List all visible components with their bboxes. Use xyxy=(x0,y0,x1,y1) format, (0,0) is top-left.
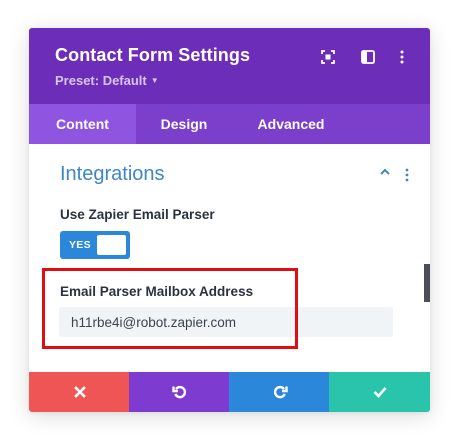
zapier-toggle[interactable]: YES xyxy=(60,231,130,259)
check-icon xyxy=(373,387,386,398)
sidebar-layout-icon[interactable] xyxy=(361,50,375,64)
section-title[interactable]: Integrations xyxy=(60,163,165,186)
tab-bar: Content Design Advanced xyxy=(29,104,430,144)
toggle-state-text: YES xyxy=(69,239,91,251)
more-vertical-icon[interactable] xyxy=(395,50,409,64)
modal-header: Contact Form Settings Preset: Default ▼ xyxy=(29,28,430,104)
highlight-box xyxy=(42,268,298,349)
cancel-button[interactable] xyxy=(29,372,130,412)
tab-design[interactable]: Design xyxy=(136,104,232,144)
modal-title: Contact Form Settings xyxy=(55,45,251,65)
zapier-toggle-label: Use Zapier Email Parser xyxy=(60,207,215,222)
section-more-icon[interactable] xyxy=(405,168,409,182)
tab-advanced[interactable]: Advanced xyxy=(232,104,350,144)
settings-modal: Contact Form Settings Preset: Default ▼ C… xyxy=(29,28,430,412)
redo-icon xyxy=(273,385,288,399)
redo-button[interactable] xyxy=(229,372,330,412)
preset-label: Preset: Default xyxy=(55,73,147,88)
undo-icon xyxy=(171,385,186,399)
focus-icon[interactable] xyxy=(321,50,335,64)
tab-content[interactable]: Content xyxy=(29,104,136,144)
modal-footer xyxy=(29,372,430,412)
preset-dropdown[interactable]: Preset: Default ▼ xyxy=(55,73,159,88)
close-icon xyxy=(73,386,86,398)
toggle-knob xyxy=(97,235,126,255)
scrollbar-thumb[interactable] xyxy=(424,264,430,302)
undo-button[interactable] xyxy=(129,372,230,412)
caret-down-icon: ▼ xyxy=(150,76,159,85)
chevron-up-icon[interactable] xyxy=(380,168,390,175)
save-button[interactable] xyxy=(329,372,430,412)
